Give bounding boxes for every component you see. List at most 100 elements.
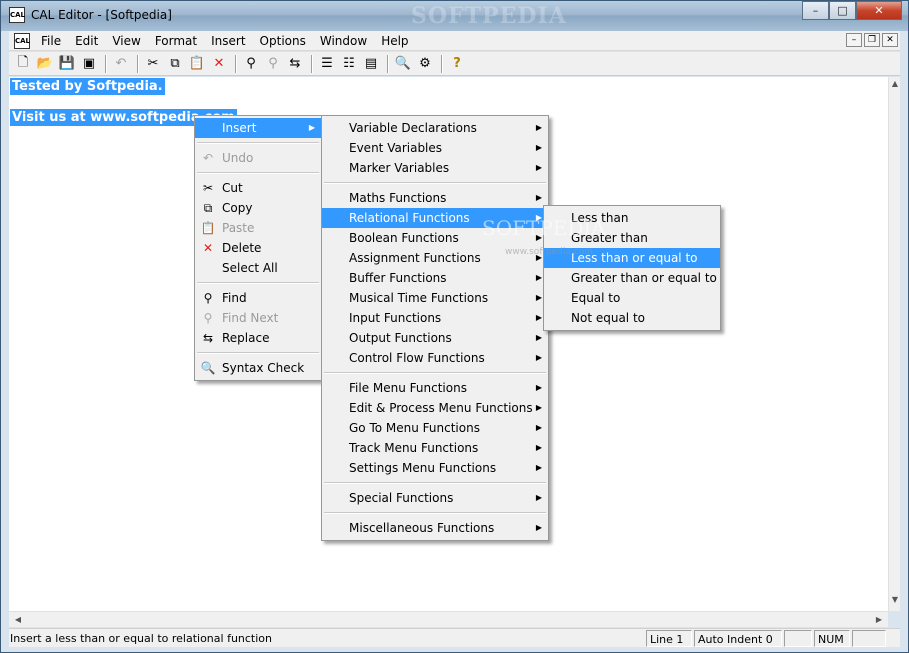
find-next-icon[interactable]: ⚲ [263, 54, 283, 74]
menu-item-label: Less than [571, 211, 629, 225]
context-menu: Insert ▶ ↶ Undo ✂ Cut ⧉ Copy 📋 Paste ✕ Delete … [194, 115, 322, 381]
close-button[interactable]: ✕ [856, 1, 902, 20]
scroll-down-icon[interactable]: ▼ [889, 595, 901, 609]
context-select-all[interactable]: Select All [195, 258, 321, 278]
insert-musical-time-functions[interactable]: Musical Time Functions ▶ [322, 288, 548, 308]
context-find-next[interactable]: ⚲ Find Next [195, 308, 321, 328]
relational-greater-than-or-equal[interactable]: Greater than or equal to [544, 268, 720, 288]
undo-icon[interactable]: ↶ [111, 54, 131, 74]
menu-item-label: Less than or equal to [571, 251, 698, 265]
binoculars-icon: ⚲ [203, 291, 213, 305]
insert-track-menu-functions[interactable]: Track Menu Functions ▶ [322, 438, 548, 458]
scroll-right-icon[interactable]: ▶ [872, 613, 886, 627]
find-icon[interactable]: ⚲ [241, 54, 261, 74]
document-icon[interactable]: CAL [14, 32, 30, 49]
menu-separator [195, 348, 321, 358]
scroll-up-icon[interactable]: ▲ [889, 79, 901, 93]
comment-icon[interactable]: ▤ [361, 54, 381, 74]
insert-settings-menu-functions[interactable]: Settings Menu Functions ▶ [322, 458, 548, 478]
insert-maths-functions[interactable]: Maths Functions ▶ [322, 188, 548, 208]
context-copy-label: Copy [222, 201, 253, 215]
horizontal-scrollbar[interactable]: ◀ ▶ [9, 611, 888, 627]
insert-miscellaneous-functions[interactable]: Miscellaneous Functions ▶ [322, 518, 548, 538]
insert-go-to-menu-functions[interactable]: Go To Menu Functions ▶ [322, 418, 548, 438]
minimize-button[interactable]: – [802, 1, 829, 20]
relational-equal-to[interactable]: Equal to [544, 288, 720, 308]
context-cut[interactable]: ✂ Cut [195, 178, 321, 198]
menu-item-label: Input Functions [349, 311, 442, 325]
menu-item-label: Variable Declarations [349, 121, 477, 135]
menu-help[interactable]: Help [374, 34, 415, 48]
relational-less-than-or-equal[interactable]: Less than or equal to [544, 248, 720, 268]
relational-greater-than[interactable]: Greater than [544, 228, 720, 248]
context-find[interactable]: ⚲ Find [195, 288, 321, 308]
context-find-next-label: Find Next [222, 311, 279, 325]
cut-icon[interactable]: ✂ [143, 54, 163, 74]
help-icon[interactable]: ? [447, 54, 467, 74]
menu-file[interactable]: File [34, 34, 68, 48]
insert-relational-functions[interactable]: Relational Functions ▶ [322, 208, 548, 228]
menu-edit[interactable]: Edit [68, 34, 105, 48]
toolbar-separator [441, 54, 443, 73]
insert-variable-declarations[interactable]: Variable Declarations ▶ [322, 118, 548, 138]
insert-input-functions[interactable]: Input Functions ▶ [322, 308, 548, 328]
syntax-check-icon[interactable]: ⚙ [415, 54, 435, 74]
insert-edit-process-menu-functions[interactable]: Edit & Process Menu Functions ▶ [322, 398, 548, 418]
context-delete[interactable]: ✕ Delete [195, 238, 321, 258]
context-replace[interactable]: ⇆ Replace [195, 328, 321, 348]
insert-boolean-functions[interactable]: Boolean Functions ▶ [322, 228, 548, 248]
context-undo[interactable]: ↶ Undo [195, 148, 321, 168]
insert-buffer-functions[interactable]: Buffer Functions ▶ [322, 268, 548, 288]
maximize-button[interactable]: □ [829, 1, 856, 20]
menu-options[interactable]: Options [253, 34, 313, 48]
relational-less-than[interactable]: Less than [544, 208, 720, 228]
menu-format[interactable]: Format [148, 34, 204, 48]
doc-close-button[interactable]: ✕ [882, 33, 898, 47]
submenu-arrow-icon: ▶ [535, 423, 542, 432]
undo-icon: ↶ [202, 151, 214, 165]
new-file-icon[interactable]: 🗋 [13, 54, 33, 74]
menu-separator [322, 178, 548, 188]
insert-file-menu-functions[interactable]: File Menu Functions ▶ [322, 378, 548, 398]
submenu-arrow-icon: ▶ [535, 273, 542, 282]
menu-separator [195, 168, 321, 178]
copy-icon[interactable]: ⧉ [165, 54, 185, 74]
app-icon[interactable]: CAL [9, 7, 25, 23]
insert-output-functions[interactable]: Output Functions ▶ [322, 328, 548, 348]
scroll-left-icon[interactable]: ◀ [11, 613, 25, 627]
outdent-icon[interactable]: ☷ [339, 54, 359, 74]
open-folder-icon[interactable]: 📂 [35, 54, 55, 74]
menu-item-label: Marker Variables [349, 161, 450, 175]
delete-icon[interactable]: ✕ [209, 54, 229, 74]
insert-special-functions[interactable]: Special Functions ▶ [322, 488, 548, 508]
context-copy[interactable]: ⧉ Copy [195, 198, 321, 218]
context-paste[interactable]: 📋 Paste [195, 218, 321, 238]
save-all-icon[interactable]: ▣ [79, 54, 99, 74]
menu-item-label: Edit & Process Menu Functions [349, 401, 533, 415]
vertical-scrollbar[interactable]: ▲ ▼ [888, 77, 900, 611]
insert-control-flow-functions[interactable]: Control Flow Functions ▶ [322, 348, 548, 368]
save-icon[interactable]: 💾 [57, 54, 77, 74]
menu-window[interactable]: Window [313, 34, 374, 48]
menu-insert[interactable]: Insert [204, 34, 252, 48]
search-icon[interactable]: 🔍 [393, 54, 413, 74]
editor-line-1[interactable]: Tested by Softpedia. [10, 78, 165, 95]
magnifier-icon: 🔍 [200, 361, 216, 375]
context-cut-label: Cut [222, 181, 243, 195]
title-bar[interactable]: CAL CAL Editor - [Softpedia] SOFTPEDIA –… [1, 1, 908, 31]
menu-view[interactable]: View [105, 34, 147, 48]
doc-minimize-button[interactable]: – [846, 33, 862, 47]
relational-not-equal-to[interactable]: Not equal to [544, 308, 720, 328]
replace-icon[interactable]: ⇆ [285, 54, 305, 74]
context-insert[interactable]: Insert ▶ [195, 118, 321, 138]
indent-icon[interactable]: ☰ [317, 54, 337, 74]
insert-marker-variables[interactable]: Marker Variables ▶ [322, 158, 548, 178]
doc-restore-button[interactable]: ❐ [864, 33, 880, 47]
context-syntax-check[interactable]: 🔍 Syntax Check [195, 358, 321, 378]
menu-item-label: Control Flow Functions [349, 351, 485, 365]
insert-assignment-functions[interactable]: Assignment Functions ▶ [322, 248, 548, 268]
insert-event-variables[interactable]: Event Variables ▶ [322, 138, 548, 158]
toolbar-separator [387, 54, 389, 73]
submenu-arrow-icon: ▶ [535, 143, 542, 152]
paste-icon[interactable]: 📋 [187, 54, 207, 74]
